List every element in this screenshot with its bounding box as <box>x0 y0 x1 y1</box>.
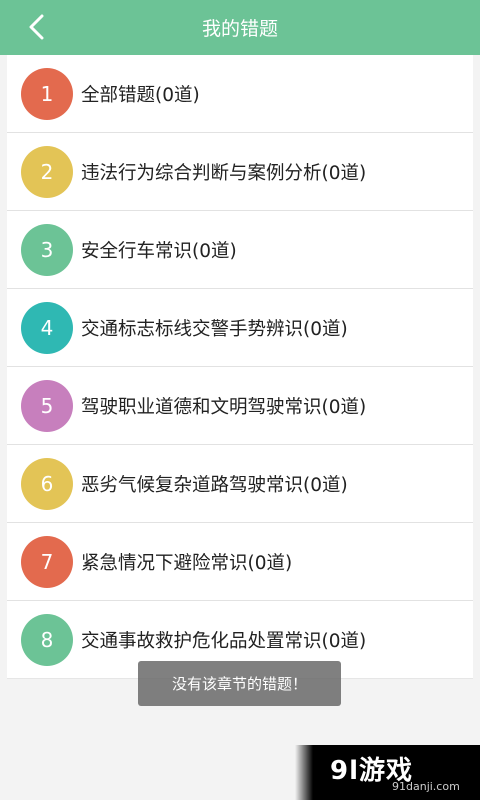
chapter-list: 1 全部错题(0道) 2 违法行为综合判断与案例分析(0道) 3 安全行车常识(… <box>7 55 473 679</box>
chapter-number-badge: 4 <box>21 301 73 354</box>
chapter-number-badge: 8 <box>21 613 73 666</box>
chapter-label: 违法行为综合判断与案例分析(0道) <box>81 162 367 184</box>
app-header: 我的错题 <box>0 0 480 55</box>
chapter-label: 全部错题(0道) <box>81 84 200 106</box>
chapter-row-3[interactable]: 3 安全行车常识(0道) <box>7 211 473 289</box>
back-button[interactable] <box>22 12 52 42</box>
chapter-label: 紧急情况下避险常识(0道) <box>81 552 293 574</box>
chapter-label: 安全行车常识(0道) <box>81 240 237 262</box>
toast-message: 没有该章节的错题！ <box>138 661 341 706</box>
chapter-number-badge: 7 <box>21 535 73 588</box>
chapter-number-badge: 1 <box>21 67 73 120</box>
chapter-row-4[interactable]: 4 交通标志标线交警手势辨识(0道) <box>7 289 473 367</box>
chapter-number-badge: 6 <box>21 457 73 510</box>
chapter-row-5[interactable]: 5 驾驶职业道德和文明驾驶常识(0道) <box>7 367 473 445</box>
chapter-label: 驾驶职业道德和文明驾驶常识(0道) <box>81 396 367 418</box>
chapter-label: 交通标志标线交警手势辨识(0道) <box>81 318 348 340</box>
chapter-label: 恶劣气候复杂道路驾驶常识(0道) <box>81 474 348 496</box>
chapter-number-badge: 3 <box>21 223 73 276</box>
page-title: 我的错题 <box>201 18 278 40</box>
chapter-row-7[interactable]: 7 紧急情况下避险常识(0道) <box>7 523 473 601</box>
chapter-row-6[interactable]: 6 恶劣气候复杂道路驾驶常识(0道) <box>7 445 473 523</box>
chapter-number-badge: 5 <box>21 379 73 432</box>
watermark-url: 91danji.com <box>392 780 460 793</box>
chevron-left-icon <box>29 14 44 40</box>
chapter-row-1[interactable]: 1 全部错题(0道) <box>7 55 473 133</box>
chapter-row-2[interactable]: 2 违法行为综合判断与案例分析(0道) <box>7 133 473 211</box>
chapter-label: 交通事故救护危化品处置常识(0道) <box>81 630 367 652</box>
chapter-number-badge: 2 <box>21 145 73 198</box>
